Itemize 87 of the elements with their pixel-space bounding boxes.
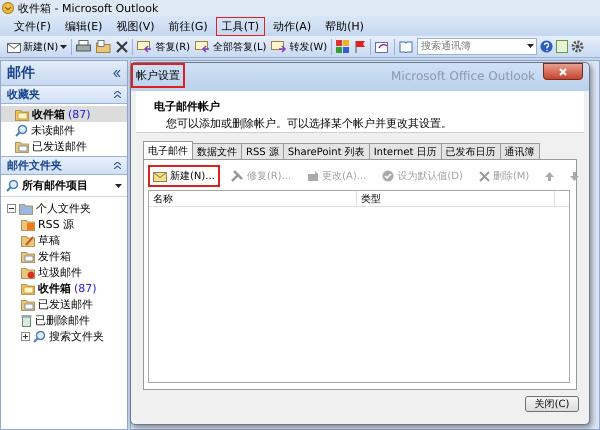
menu-item[interactable]: 工具(T) <box>216 16 265 36</box>
tab[interactable]: RSS 源 <box>241 143 284 159</box>
folder-icon <box>96 40 112 53</box>
tab[interactable]: Internet 日历 <box>368 143 442 159</box>
toolbar-button[interactable]: 新建(N)... <box>148 165 220 187</box>
dropdown-arrow-icon <box>527 44 534 48</box>
book-icon <box>399 40 414 52</box>
tab[interactable]: SharePoint 列表 <box>282 143 370 159</box>
delete-icon <box>116 40 128 52</box>
folder-tree-item[interactable]: 已删除邮件 <box>1 312 127 328</box>
favorite-folder-item[interactable]: 未读邮件 <box>1 122 127 138</box>
folder-tree-item[interactable]: 已发送邮件 <box>1 296 127 312</box>
folder-icon <box>19 202 33 214</box>
folder-tree-item[interactable]: 收件箱 (87) <box>1 280 127 296</box>
pane-title: 邮件 <box>7 64 35 82</box>
dialog-title: 帐户设置 <box>131 63 185 88</box>
description: 您可以添加或删除帐户。可以选择某个帐户并更改其设置。 <box>165 116 453 131</box>
folder-icon <box>15 108 29 120</box>
dropdown-arrow-icon <box>60 44 68 48</box>
close-dialog-button[interactable]: 关闭(C) <box>525 396 579 412</box>
gear-icon[interactable] <box>571 40 584 53</box>
toolbar-button[interactable]: 答复(R) <box>136 38 192 56</box>
app-icon <box>2 2 14 14</box>
section-heading: 电子邮件帐户 <box>154 99 221 114</box>
favorite-folder-item[interactable]: 已发送邮件 <box>1 138 127 154</box>
folder-icon <box>21 250 35 262</box>
collapse-icon[interactable] <box>7 204 16 212</box>
collapse-icon[interactable] <box>114 162 121 169</box>
magnifier-icon <box>6 179 19 192</box>
close-icon <box>559 68 567 76</box>
view-selector[interactable]: 所有邮件项目 <box>1 175 127 197</box>
folder-icon <box>21 266 35 278</box>
toolbar-button[interactable]: 新建(N) <box>6 38 68 56</box>
magnifier-icon <box>33 330 46 342</box>
folder-icon <box>21 218 35 230</box>
folder-tree-item[interactable]: 垃圾邮件 <box>1 264 127 280</box>
folder-tree-item[interactable]: 个人文件夹 <box>1 200 127 216</box>
toolbar-button[interactable] <box>335 38 350 56</box>
envelope-icon <box>7 40 21 52</box>
dropdown-arrow-icon <box>115 184 122 188</box>
printer-icon <box>76 40 92 53</box>
folder-tree-item[interactable]: 发件箱 <box>1 248 127 264</box>
folder-tree-item[interactable]: 搜索文件夹 <box>1 328 127 344</box>
tools-icon <box>230 170 244 182</box>
window-title: 收件箱 - Microsoft Outlook <box>18 0 158 16</box>
folder-icon <box>21 298 35 310</box>
section-title: 收藏夹 <box>7 87 40 102</box>
delete-icon <box>478 170 490 182</box>
expand-icon[interactable] <box>21 332 30 340</box>
menu-item[interactable]: 文件(F) <box>8 16 57 36</box>
check-circle-icon <box>382 170 394 182</box>
menu-item[interactable]: 帮助(H) <box>319 16 370 36</box>
trash-icon <box>21 314 32 326</box>
folder-icon <box>15 140 29 152</box>
menu-item[interactable]: 编辑(E) <box>58 16 108 36</box>
tab[interactable]: 通讯簿 <box>500 143 540 159</box>
down-arrow-icon <box>570 172 580 180</box>
background-window-title: Microsoft Office Outlook <box>391 69 535 83</box>
flag-icon <box>354 40 366 53</box>
color-grid-icon <box>336 40 350 53</box>
account-list[interactable]: 名称 类型 <box>148 190 570 383</box>
folder-tree-item[interactable]: RSS 源 <box>1 216 127 232</box>
section-title: 邮件文件夹 <box>7 158 62 173</box>
toolbar-button[interactable]: 全部答复(L) <box>194 38 268 56</box>
magnifier-icon <box>15 124 28 136</box>
collapse-icon[interactable] <box>114 91 121 98</box>
column-header[interactable]: 类型 <box>357 191 555 206</box>
toolbar-button[interactable]: 转发(W) <box>270 38 328 56</box>
close-button[interactable] <box>543 63 583 80</box>
search-field[interactable]: 搜索通讯簿 <box>417 38 538 55</box>
document-icon <box>307 170 320 182</box>
help-icon[interactable] <box>540 40 554 53</box>
folder-icon <box>21 282 35 294</box>
envelope-icon <box>153 170 167 182</box>
tab[interactable]: 电子邮件 <box>143 141 193 159</box>
menu-item[interactable]: 视图(V) <box>110 16 161 36</box>
favorite-folder-item[interactable]: 收件箱 (87) <box>1 106 127 122</box>
menu-item[interactable]: 前往(G) <box>162 16 214 36</box>
folder-icon <box>21 234 35 246</box>
folder-tree-item[interactable]: 草稿 <box>1 232 127 248</box>
up-arrow-icon <box>545 172 554 180</box>
collapse-icon[interactable] <box>113 70 121 76</box>
tab[interactable]: 数据文件 <box>192 143 242 159</box>
menu-item[interactable]: 动作(A) <box>267 16 318 36</box>
column-header[interactable]: 名称 <box>149 191 357 206</box>
note-icon[interactable] <box>556 40 568 53</box>
tab[interactable]: 已发布日历 <box>440 143 501 159</box>
